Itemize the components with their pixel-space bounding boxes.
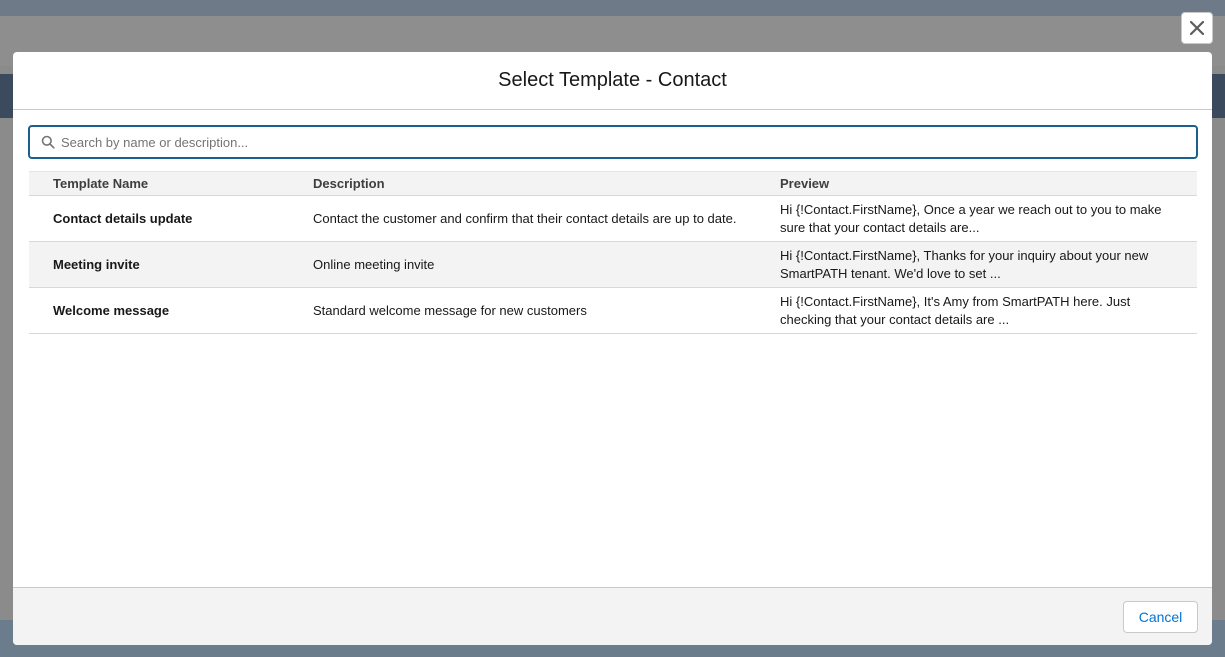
- close-modal-button[interactable]: [1181, 12, 1213, 44]
- cancel-button[interactable]: Cancel: [1123, 601, 1198, 633]
- templates-table: Template Name Description Preview Contac…: [29, 171, 1197, 334]
- table-row[interactable]: Welcome message Standard welcome message…: [29, 288, 1197, 334]
- background-nav-right: [1212, 74, 1225, 118]
- template-name-cell: Welcome message: [53, 303, 170, 318]
- background-header-strip: [0, 0, 1225, 16]
- search-icon: [41, 135, 55, 149]
- preview-cell: Hi {!Contact.FirstName}, Once a year we …: [780, 201, 1162, 235]
- background-nav-left: [0, 74, 13, 118]
- table-row[interactable]: Contact details update Contact the custo…: [29, 196, 1197, 242]
- search-input[interactable]: [61, 128, 1196, 156]
- description-cell: Standard welcome message for new custome…: [313, 303, 587, 318]
- search-box: [28, 125, 1198, 159]
- column-header-preview[interactable]: Preview: [756, 176, 1197, 191]
- description-cell: Online meeting invite: [313, 257, 435, 272]
- table-header: Template Name Description Preview: [29, 171, 1197, 196]
- modal-body: Template Name Description Preview Contac…: [13, 110, 1212, 587]
- column-header-description[interactable]: Description: [289, 176, 756, 191]
- modal-footer: Cancel: [13, 587, 1212, 645]
- template-name-cell: Contact details update: [53, 211, 193, 226]
- modal-header: Select Template - Contact: [13, 52, 1212, 110]
- preview-cell: Hi {!Contact.FirstName}, It's Amy from S…: [780, 293, 1131, 327]
- description-cell: Contact the customer and confirm that th…: [313, 211, 737, 226]
- select-template-modal: Select Template - Contact Template Name …: [13, 52, 1212, 645]
- modal-title: Select Template - Contact: [498, 69, 727, 91]
- template-name-cell: Meeting invite: [53, 257, 140, 272]
- close-icon: [1189, 20, 1205, 36]
- table-row[interactable]: Meeting invite Online meeting invite Hi …: [29, 242, 1197, 288]
- column-header-template-name[interactable]: Template Name: [29, 176, 289, 191]
- preview-cell: Hi {!Contact.FirstName}, Thanks for your…: [780, 247, 1149, 281]
